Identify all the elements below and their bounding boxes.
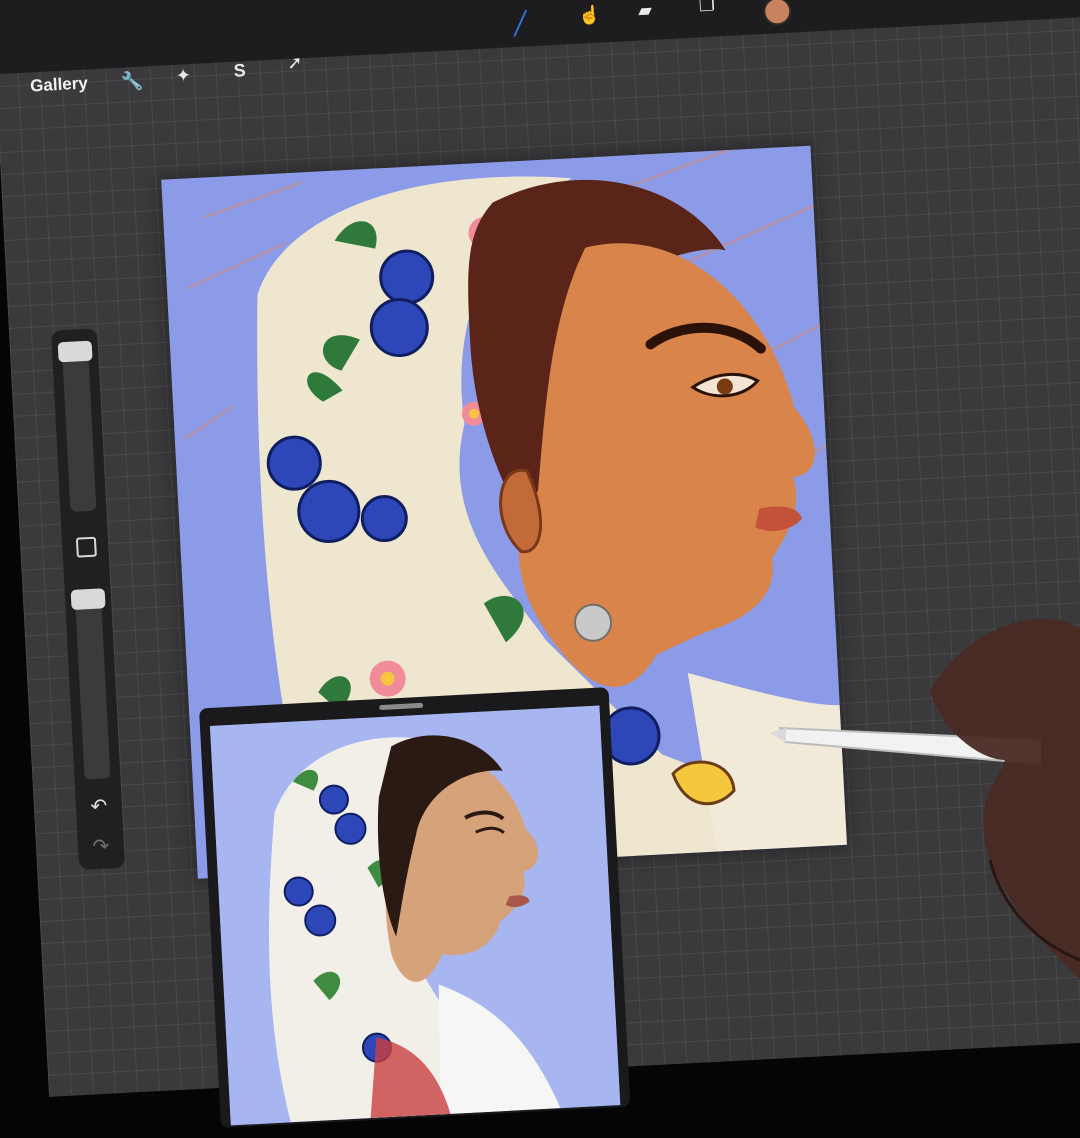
reference-window[interactable] (198, 687, 631, 1128)
reference-image (209, 705, 621, 1126)
layers-icon[interactable]: ❐ (698, 0, 715, 16)
brush-size-slider[interactable] (57, 340, 97, 512)
earring (574, 603, 613, 642)
undo-icon[interactable]: ↶ (85, 793, 112, 819)
brush-size-thumb[interactable] (57, 340, 93, 363)
procreate-workspace: Gallery 🔧 ✦ S ➚ ╱ ☝ ▰ ❐ ↶ ↷ (0, 0, 1080, 1128)
wrench-icon[interactable]: 🔧 (121, 71, 144, 93)
redo-icon[interactable]: ↷ (87, 833, 114, 859)
gallery-button[interactable]: Gallery (30, 73, 89, 96)
brush-icon[interactable]: ╱ (513, 10, 528, 37)
eraser-icon[interactable]: ▰ (638, 0, 653, 22)
smudge-icon[interactable]: ☝ (578, 5, 601, 27)
modify-button[interactable] (75, 536, 97, 558)
opacity-thumb[interactable] (70, 588, 106, 611)
arrow-cursor-icon[interactable]: ➚ (287, 52, 303, 74)
tablet-screen: Gallery 🔧 ✦ S ➚ ╱ ☝ ▰ ❐ ↶ ↷ (0, 0, 1080, 1128)
side-toolbar: ↶ ↷ (51, 328, 126, 870)
top-toolbar (0, 0, 1080, 75)
selection-s-icon[interactable]: S (233, 60, 246, 82)
reference-photo (209, 705, 621, 1126)
reference-drag-handle[interactable] (379, 702, 424, 711)
opacity-slider[interactable] (70, 588, 111, 780)
magic-wand-icon[interactable]: ✦ (175, 65, 191, 87)
